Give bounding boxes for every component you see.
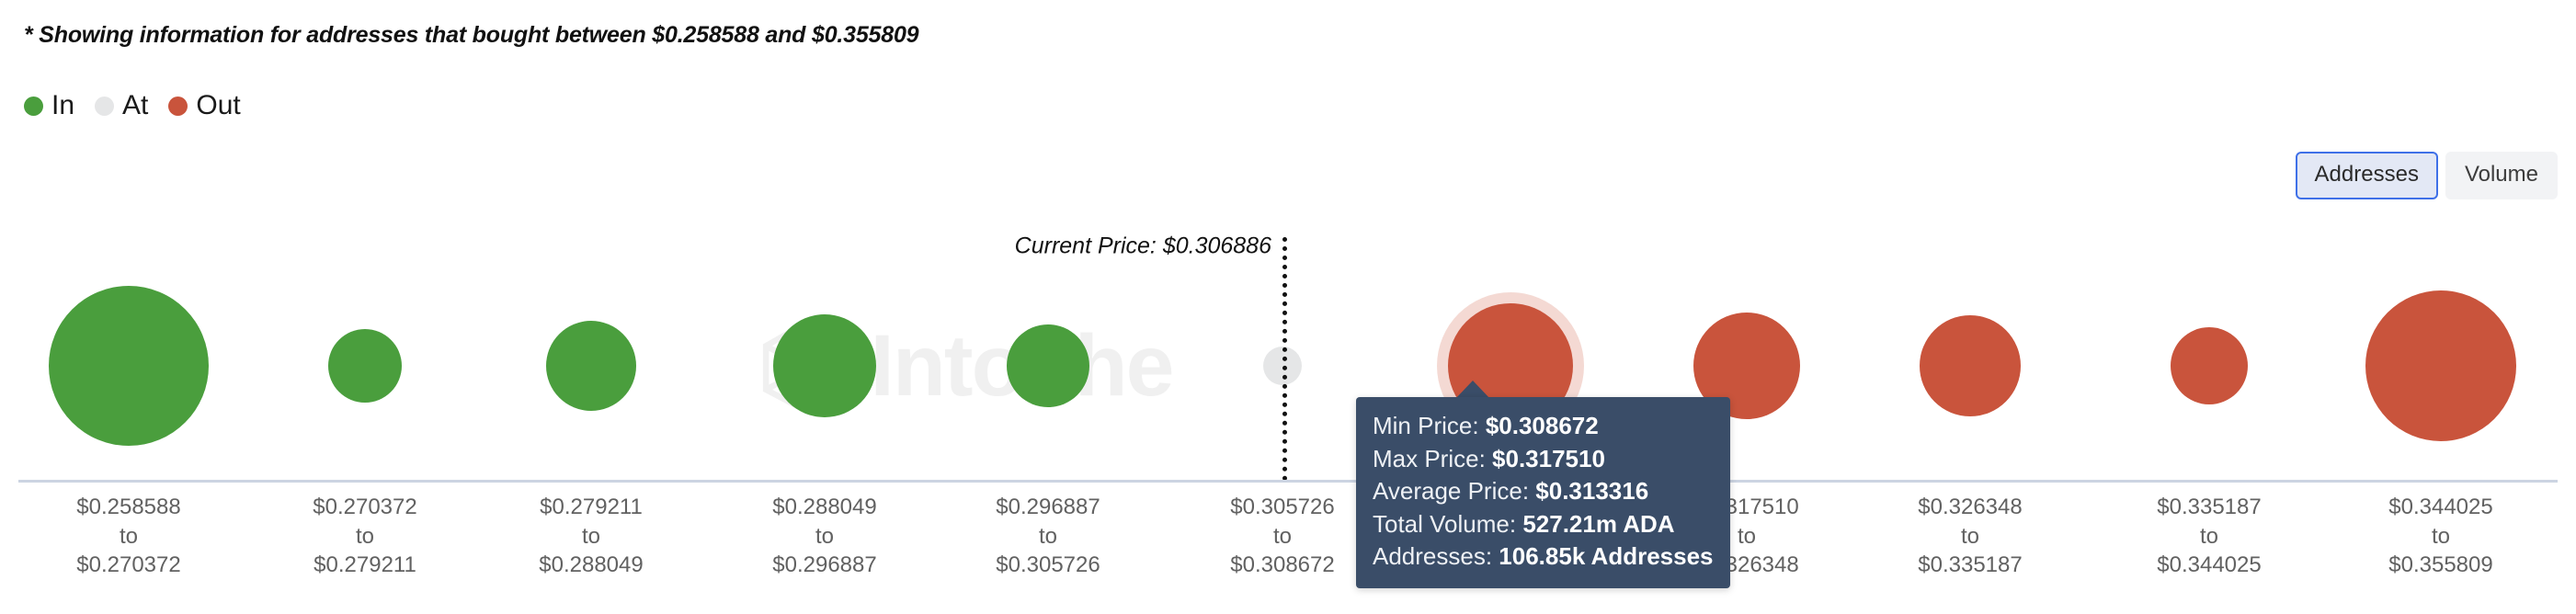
bubble-in-1[interactable] (328, 329, 402, 403)
x-tick-line: $0.335187 (2157, 495, 2262, 519)
bubble-out-9[interactable] (2171, 327, 2248, 404)
x-tick-line: $0.288049 (772, 495, 877, 519)
tooltip-row-value: $0.313316 (1535, 477, 1649, 506)
bubble-in-3[interactable] (773, 314, 876, 417)
x-tick-line: to (355, 523, 375, 549)
x-tick-line: $0.308672 (1230, 552, 1335, 578)
chart-tooltip: Min Price: $0.308672 Max Price: $0.317510… (1356, 397, 1730, 589)
x-tick-line: to (2431, 523, 2451, 549)
tooltip-row: Max Price: $0.317510 (1373, 443, 1714, 476)
bubble-out-10[interactable] (2365, 290, 2516, 441)
tooltip-row: Total Volume: 527.21m ADA (1373, 508, 1714, 541)
x-tick-label: $0.270372 to $0.279211 (313, 493, 416, 580)
bubble-out-8[interactable] (1920, 315, 2021, 416)
bubble-in-2[interactable] (546, 321, 636, 411)
x-tick-label: $0.258588 to $0.270372 (76, 493, 180, 580)
x-tick-line: $0.344025 (2388, 495, 2493, 519)
x-tick-line: to (2199, 523, 2219, 549)
x-tick-line: $0.270372 (313, 495, 417, 519)
x-tick-line: $0.279211 (313, 552, 416, 578)
x-tick-label: $0.335187 to $0.344025 (2157, 493, 2261, 580)
x-tick-line: $0.305726 (996, 552, 1100, 578)
x-tick-label: $0.279211 to $0.288049 (539, 493, 643, 580)
tooltip-row: Addresses: 106.85k Addresses (1373, 540, 1714, 574)
x-axis-line (18, 480, 2558, 483)
x-tick-line: to (815, 523, 835, 549)
x-tick-line: to (119, 523, 139, 549)
tooltip-row-label: Total Volume: (1373, 509, 1523, 538)
tooltip-row-label: Addresses: (1373, 542, 1499, 571)
x-tick-line: $0.296887 (996, 495, 1100, 519)
current-price-line (1282, 237, 1287, 481)
tooltip-row-value: $0.317510 (1492, 444, 1605, 472)
x-tick-line: $0.288049 (539, 552, 644, 578)
chart-root: * Showing information for addresses that… (0, 0, 2576, 614)
x-tick-label: $0.305726 to $0.308672 (1230, 493, 1334, 580)
x-tick-line: $0.270372 (76, 552, 181, 578)
x-tick-line: $0.335187 (1918, 552, 2023, 578)
bubble-in-4[interactable] (1007, 324, 1089, 407)
x-tick-line: $0.344025 (2157, 552, 2262, 578)
x-tick-line: to (1038, 523, 1058, 549)
x-tick-line: $0.355809 (2388, 552, 2493, 578)
tooltip-row: Min Price: $0.308672 (1373, 410, 1714, 443)
x-tick-label: $0.296887 to $0.305726 (996, 493, 1100, 580)
tooltip-row-label: Average Price: (1373, 477, 1536, 506)
x-tick-line: $0.279211 (540, 495, 643, 519)
tooltip-row-label: Max Price: (1373, 444, 1493, 472)
x-tick-line: to (581, 523, 601, 549)
current-price-label: Current Price: $0.306886 (1014, 233, 1271, 259)
tooltip-row-value: 106.85k Addresses (1499, 542, 1714, 571)
tooltip-row-value: 527.21m ADA (1522, 509, 1675, 538)
tooltip-arrow (1455, 381, 1490, 399)
x-tick-label: $0.326348 to $0.335187 (1918, 493, 2022, 580)
tooltip-row-label: Min Price: (1373, 412, 1486, 439)
bubble-plot: IntoThe Current Price: $0.306886 $0.2585… (0, 0, 2576, 614)
x-tick-line: $0.326348 (1918, 495, 2023, 519)
bubble-in-0[interactable] (49, 286, 209, 446)
tooltip-row: Average Price: $0.313316 (1373, 475, 1714, 508)
x-tick-line: $0.258588 (76, 495, 181, 519)
x-tick-line: to (1960, 523, 1980, 549)
x-tick-line: $0.305726 (1230, 495, 1335, 519)
tooltip-row-value: $0.308672 (1485, 412, 1599, 439)
x-tick-label: $0.288049 to $0.296887 (772, 493, 876, 580)
x-tick-label: $0.344025 to $0.355809 (2388, 493, 2492, 580)
x-tick-line: to (1272, 523, 1293, 549)
x-tick-line: $0.296887 (772, 552, 877, 578)
